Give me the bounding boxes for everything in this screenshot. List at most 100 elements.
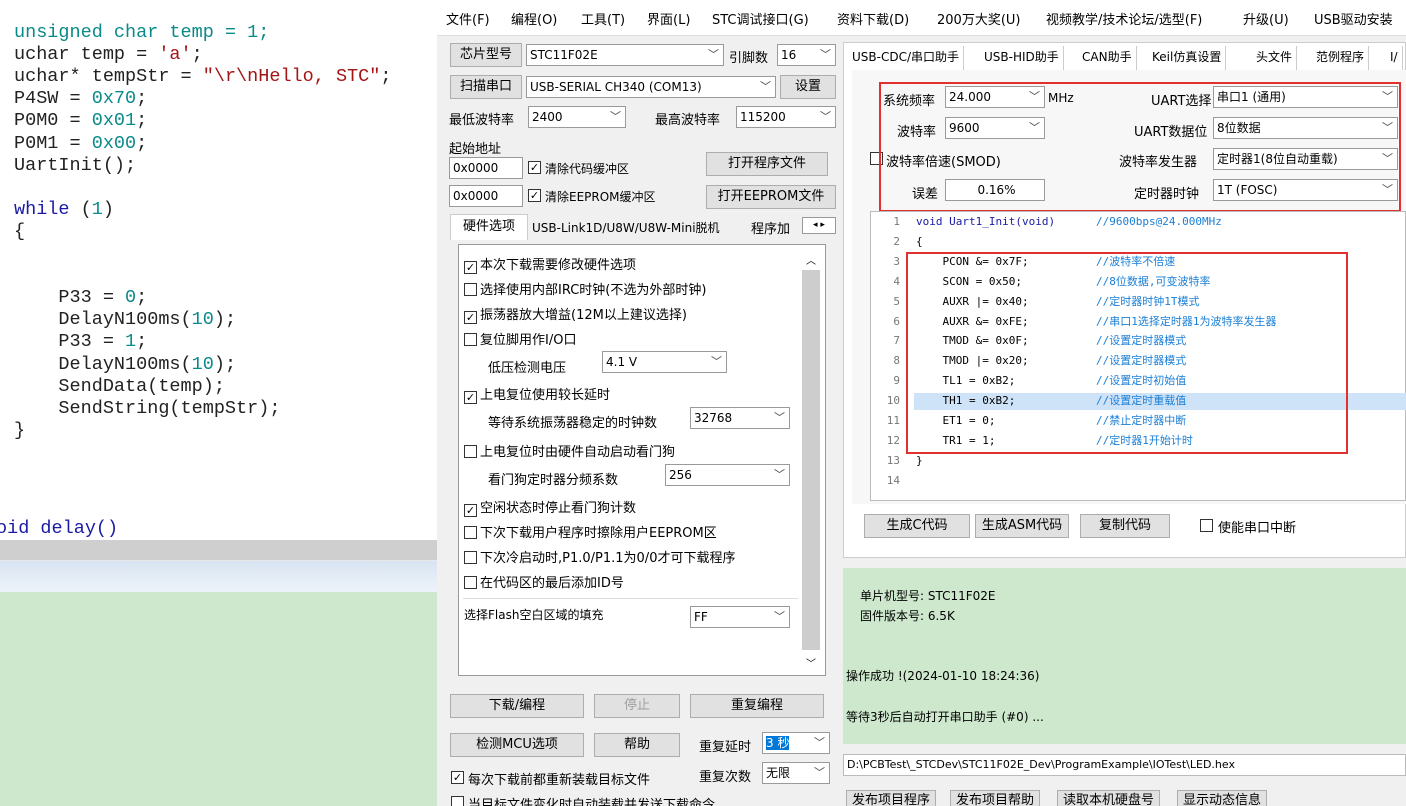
scan-port-button[interactable]: 扫描串口	[450, 75, 522, 99]
scroll-up-icon[interactable]: ︿	[806, 252, 816, 267]
option-modify-hw[interactable]: ✓ 本次下载需要修改硬件选项	[464, 254, 636, 274]
checkbox[interactable]: ✓	[464, 261, 477, 274]
help-button[interactable]: 帮助	[594, 733, 680, 757]
menu-item[interactable]: USB驱动安装	[1314, 9, 1393, 28]
code-token: ;	[191, 44, 203, 66]
pins-select[interactable]: 16 ﹀	[777, 44, 836, 66]
download-program-button[interactable]: 下载/编程	[450, 694, 584, 718]
read-disk-id-button[interactable]: 读取本机硬盘号	[1057, 790, 1161, 806]
code-token: DelayN100ms(	[14, 309, 192, 331]
options-scrollbar-thumb[interactable]	[802, 270, 820, 650]
right-tab[interactable]: 头文件	[1252, 46, 1298, 70]
copy-code-button[interactable]: 复制代码	[1080, 514, 1170, 538]
chip-model-select[interactable]: STC11F02E ﹀	[526, 44, 724, 66]
repeat-delay-select[interactable]: 3 秒 ﹀	[762, 732, 830, 754]
detect-mcu-button[interactable]: 检测MCU选项	[450, 733, 584, 757]
flash-fill-select[interactable]: FF ﹀	[690, 606, 790, 628]
publish-program-button[interactable]: 发布项目程序	[846, 790, 937, 806]
code-line: P33 = 1;	[14, 331, 147, 353]
auto-load-checkbox[interactable]	[451, 796, 464, 806]
code-token: P4SW =	[14, 88, 92, 110]
osc-wait-label: 等待系统振荡器稳定的时钟数	[488, 416, 658, 431]
settings-button[interactable]: 设置	[780, 75, 836, 99]
option-cold-start[interactable]: 下次冷启动时,P1.0/P1.1为0/0才可下载程序	[464, 547, 735, 566]
tab-scroll-arrows[interactable]: ◂ ▸	[802, 217, 836, 234]
code-comment: //设置定时初始值	[1096, 374, 1187, 388]
wdt-div-select[interactable]: 256 ﹀	[665, 464, 790, 486]
code-token: );	[213, 309, 237, 331]
right-tab[interactable]: 范例程序	[1312, 46, 1370, 70]
menu-item[interactable]: 界面(L)	[647, 9, 690, 28]
right-tab[interactable]: USB-HID助手	[980, 46, 1064, 70]
scroll-down-icon[interactable]: ﹀	[806, 655, 816, 670]
menu-item[interactable]: 200万大奖(U)	[937, 9, 1020, 28]
max-baud-select[interactable]: 115200 ﹀	[736, 106, 836, 128]
checkbox[interactable]: ✓	[464, 391, 477, 404]
clear-eeprom-checkbox[interactable]: ✓	[528, 189, 541, 202]
eeprom-address-input[interactable]: 0x0000	[449, 185, 523, 207]
tab-usb-link[interactable]: USB-Link1D/U8W/U8W-Mini脱机	[532, 219, 720, 236]
code-line: uchar temp = 'a';	[14, 44, 203, 66]
right-tab[interactable]: USB-CDC/串口助手	[848, 46, 965, 70]
stop-button[interactable]: 停止	[594, 694, 680, 718]
tab-hardware-options[interactable]: 硬件选项	[450, 214, 528, 240]
low-voltage-label: 低压检测电压	[488, 361, 567, 376]
repeat-count-label: 重复次数	[699, 770, 752, 785]
checkbox[interactable]	[464, 445, 477, 458]
repeat-count-select[interactable]: 无限 ﹀	[762, 762, 830, 784]
checkbox[interactable]: ✓	[464, 504, 477, 517]
editor-scrollbar[interactable]	[0, 540, 437, 560]
menu-item[interactable]: 编程(O)	[511, 9, 557, 28]
repeat-program-button[interactable]: 重复编程	[690, 694, 824, 718]
chip-model-button[interactable]: 芯片型号	[450, 43, 522, 67]
code-editor[interactable]: unsigned char temp = 1; uchar temp = 'a';…	[0, 0, 437, 540]
reload-checkbox[interactable]: ✓	[451, 771, 464, 784]
menu-item[interactable]: 升级(U)	[1243, 9, 1289, 28]
min-baud-select[interactable]: 2400 ﹀	[528, 106, 626, 128]
code-statement: TR1 = 1;	[916, 433, 996, 447]
open-eeprom-button[interactable]: 打开EEPROM文件	[706, 185, 836, 209]
clear-code-checkbox[interactable]: ✓	[528, 161, 541, 174]
menu-item[interactable]: 资料下载(D)	[837, 9, 909, 28]
code-line: unsigned char temp = 1;	[14, 22, 269, 44]
option-idle-wdt[interactable]: ✓ 空闲状态时停止看门狗计数	[464, 497, 636, 517]
checkbox[interactable]	[464, 576, 477, 589]
menu-item[interactable]: 工具(T)	[581, 9, 625, 28]
checkbox[interactable]	[464, 283, 477, 296]
option-internal-irc[interactable]: 选择使用内部IRC时钟(不选为外部时钟)	[464, 279, 706, 298]
code-token: "\r\nHello, STC"	[202, 66, 381, 88]
option-osc-gain[interactable]: ✓ 振荡器放大增益(12M以上建议选择)	[464, 304, 687, 324]
generate-asm-button[interactable]: 生成ASM代码	[975, 514, 1069, 538]
line-number: 12	[886, 433, 900, 447]
option-reset-io[interactable]: 复位脚用作I/O口	[464, 329, 576, 348]
generate-c-button[interactable]: 生成C代码	[864, 514, 970, 538]
menu-item[interactable]: STC调试接口(G)	[712, 9, 809, 28]
code-address-input[interactable]: 0x0000	[449, 157, 523, 179]
highlight-box-config	[879, 82, 1401, 212]
checkbox[interactable]: ✓	[464, 311, 477, 324]
menu-item[interactable]: 文件(F)	[446, 9, 490, 28]
right-tab[interactable]: Keil仿真设置	[1148, 46, 1227, 70]
right-tab[interactable]: CAN助手	[1078, 46, 1137, 70]
tab-program-add[interactable]: 程序加	[751, 218, 799, 237]
checkbox[interactable]	[464, 333, 477, 346]
enable-interrupt-checkbox[interactable]	[1200, 519, 1213, 532]
low-voltage-select[interactable]: 4.1 V ﹀	[602, 351, 727, 373]
checkbox[interactable]	[464, 526, 477, 539]
port-select[interactable]: USB-SERIAL CH340 (COM13) ﹀	[526, 76, 776, 98]
code-line: {	[14, 221, 25, 243]
checkbox[interactable]	[464, 551, 477, 564]
menu-item[interactable]: 视频教学/技术论坛/选型(F)	[1046, 9, 1202, 28]
option-erase-eeprom[interactable]: 下次下载用户程序时擦除用户EEPROM区	[464, 522, 717, 541]
option-auto-wdt[interactable]: 上电复位时由硬件自动启动看门狗	[464, 441, 675, 460]
code-token: 10	[191, 353, 214, 375]
osc-wait-select[interactable]: 32768 ﹀	[690, 407, 790, 429]
option-add-id[interactable]: 在代码区的最后添加ID号	[464, 572, 624, 591]
option-power-delay[interactable]: ✓ 上电复位使用较长延时	[464, 384, 610, 404]
open-program-button[interactable]: 打开程序文件	[706, 152, 828, 176]
right-tab[interactable]: I/	[1386, 46, 1403, 70]
code-token: 0x70	[91, 88, 137, 110]
publish-help-button[interactable]: 发布项目帮助	[950, 790, 1041, 806]
show-dynamic-info-button[interactable]: 显示动态信息	[1177, 790, 1268, 806]
code-token: uchar* tempStr =	[14, 66, 203, 88]
